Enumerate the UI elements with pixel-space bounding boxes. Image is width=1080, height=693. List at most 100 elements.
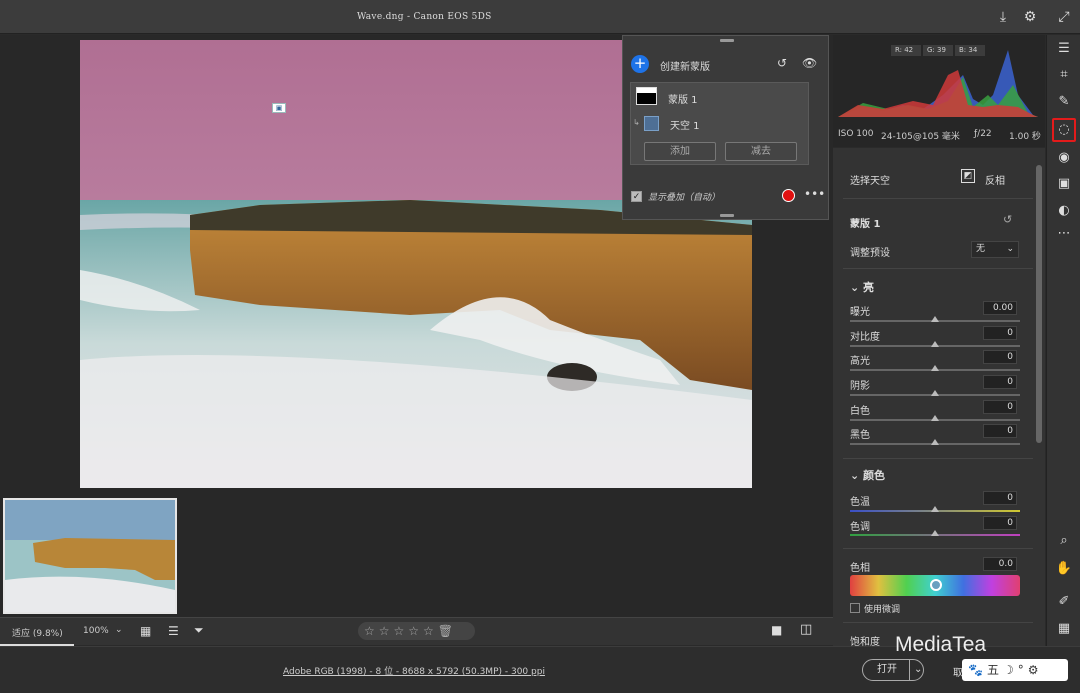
preset-select[interactable]: 无 ⌄	[971, 241, 1019, 258]
exif-iso: ISO 100	[838, 129, 874, 139]
whites-input[interactable]: 0	[983, 400, 1017, 414]
expand-icon[interactable]: ⤢	[1056, 9, 1072, 25]
zoom-select[interactable]: 100%	[83, 626, 109, 636]
fit-zoom-label[interactable]: 适应 (9.8%)	[12, 626, 63, 639]
hue-input[interactable]: 0.0	[983, 557, 1017, 571]
panel-grip-bottom[interactable]	[720, 214, 734, 217]
snapshot-icon[interactable]: ◐	[1055, 202, 1073, 220]
compare-view-icon[interactable]: ◫	[800, 622, 812, 637]
shadows-slider[interactable]	[850, 390, 1020, 396]
reset-icon[interactable]: ↺	[777, 56, 787, 70]
visibility-eye-icon[interactable]: 👁	[802, 56, 817, 70]
fine-adjust-label: 使用微调	[864, 605, 901, 615]
more-icon[interactable]: ⋯	[1055, 225, 1073, 243]
slider-knob[interactable]	[931, 365, 939, 371]
brush-icon[interactable]: ✎	[1055, 93, 1073, 111]
shadows-input[interactable]: 0	[983, 375, 1017, 389]
fine-adjust-checkbox[interactable]	[850, 603, 860, 613]
contrast-slider[interactable]	[850, 341, 1020, 347]
invert-icon[interactable]: ◩	[961, 169, 975, 183]
trash-icon[interactable]: 🗑	[438, 624, 453, 638]
color-section-header[interactable]: ⌄ 颜色	[850, 467, 885, 483]
reset-mask-icon[interactable]: ↺	[1003, 213, 1012, 226]
title-bar: Wave.dng - Canon EOS 5DS ⤓ ⚙ ⤢	[0, 0, 1080, 34]
whites-slider[interactable]	[850, 415, 1020, 421]
subitem-arrow-icon: ↳	[633, 118, 640, 127]
sky-pin-icon[interactable]: ▣	[272, 103, 286, 113]
light-section-header[interactable]: ⌄ 亮	[850, 279, 874, 295]
slider-knob[interactable]	[931, 415, 939, 421]
redeye-icon[interactable]: ◉	[1055, 149, 1073, 167]
overlay-color-swatch[interactable]	[782, 189, 795, 202]
slider-knob[interactable]	[931, 316, 939, 322]
divider	[843, 622, 1033, 623]
eyedropper-icon[interactable]: ✐	[1055, 593, 1073, 611]
contrast-label: 对比度	[850, 332, 880, 343]
status-bar: 适应 (9.8%) 100% ⌄ ▦ ☰ ⏷ ☆☆☆☆☆🗑 ■ ◫	[0, 617, 833, 646]
workflow-options-link[interactable]: Adobe RGB (1998) - 8 位 - 8688 x 5792 (50…	[283, 664, 545, 677]
filmstrip-icon[interactable]: ▦	[140, 624, 151, 638]
preset-label: 调整预设	[850, 248, 890, 259]
overlay-checkbox[interactable]: ✓	[631, 191, 642, 202]
tint-input[interactable]: 0	[983, 516, 1017, 530]
blacks-slider[interactable]	[850, 439, 1020, 445]
invert-label[interactable]: 反相	[985, 172, 1005, 187]
watermark-logo: MediaTea	[895, 633, 987, 656]
hand-icon[interactable]: ✋	[1055, 560, 1073, 578]
slider-knob[interactable]	[931, 439, 939, 445]
edit-sliders-icon[interactable]: ☰	[1055, 40, 1073, 58]
sky-component-icon[interactable]	[644, 116, 659, 131]
temp-input[interactable]: 0	[983, 491, 1017, 505]
search-icon[interactable]: ⌕	[1055, 532, 1073, 550]
blacks-input[interactable]: 0	[983, 424, 1017, 438]
slider-knob[interactable]	[931, 506, 939, 512]
add-button[interactable]: 添加	[644, 142, 716, 161]
create-mask-button[interactable]: +	[631, 55, 649, 73]
exposure-slider[interactable]	[850, 316, 1020, 322]
gear-icon[interactable]: ⚙	[1022, 9, 1038, 25]
mask-title: 蒙版 1	[850, 219, 881, 230]
ime-toolbar: 🐾五☽°⚙	[962, 659, 1068, 681]
panel-grip-top[interactable]	[720, 39, 734, 42]
slider-knob[interactable]	[931, 341, 939, 347]
panel-scrollbar[interactable]	[1036, 165, 1042, 443]
subtract-button[interactable]: 减去	[725, 142, 797, 161]
shadows-label: 阴影	[850, 381, 870, 392]
hue-knob[interactable]	[930, 579, 942, 591]
mask-name[interactable]: 蒙版 1	[668, 91, 698, 106]
chevron-down-icon[interactable]: ⌄	[909, 660, 922, 680]
mask-thumbnail[interactable]	[636, 87, 657, 105]
temp-slider[interactable]	[850, 506, 1020, 512]
presets-icon[interactable]: ▣	[1055, 175, 1073, 193]
create-mask-label[interactable]: 创建新蒙版	[660, 58, 710, 73]
hue-slider[interactable]	[850, 575, 1020, 596]
rating-stars[interactable]: ☆☆☆☆☆🗑	[358, 622, 475, 640]
slider-knob[interactable]	[931, 390, 939, 396]
mask-adjustments-panel: 选择天空 ◩ 反相 蒙版 1 ↺ 调整预设 无 ⌄ ⌄ 亮 曝光 0.00 对比度…	[833, 148, 1045, 648]
highlights-input[interactable]: 0	[983, 350, 1017, 364]
histo-g: G: 39	[927, 46, 946, 54]
filmstrip-thumbnail[interactable]	[3, 498, 177, 614]
exposure-label: 曝光	[850, 307, 870, 318]
contrast-input[interactable]: 0	[983, 326, 1017, 340]
single-view-icon[interactable]: ■	[771, 623, 782, 637]
highlights-slider[interactable]	[850, 365, 1020, 371]
filter-icon[interactable]: ⏷	[194, 623, 204, 638]
select-sky-label[interactable]: 选择天空	[850, 172, 890, 187]
chevron-down-icon[interactable]: ⌄	[115, 625, 123, 635]
crop-icon[interactable]: ⌗	[1055, 66, 1073, 84]
mask-icon[interactable]: ◌	[1052, 118, 1076, 142]
save-icon[interactable]: ⤓	[995, 9, 1011, 25]
tool-strip: ☰ ⌗ ✎ ◌ ◉ ▣ ◐ ⋯ ⌕ ✋ ✐ ▦	[1046, 35, 1080, 646]
exposure-input[interactable]: 0.00	[983, 301, 1017, 315]
chevron-down-icon: ⌄	[850, 469, 864, 482]
light-section-label: 亮	[863, 281, 875, 294]
more-options-icon[interactable]: •••	[804, 187, 825, 201]
sky-component-name[interactable]: 天空 1	[670, 117, 700, 132]
grid-icon[interactable]: ▦	[1055, 620, 1073, 638]
tint-slider[interactable]	[850, 530, 1020, 536]
sort-icon[interactable]: ☰	[168, 624, 179, 638]
overlay-label: 显示叠加（自动）	[648, 193, 721, 203]
open-button[interactable]: 打开 ⌄	[862, 659, 924, 681]
slider-knob[interactable]	[931, 530, 939, 536]
